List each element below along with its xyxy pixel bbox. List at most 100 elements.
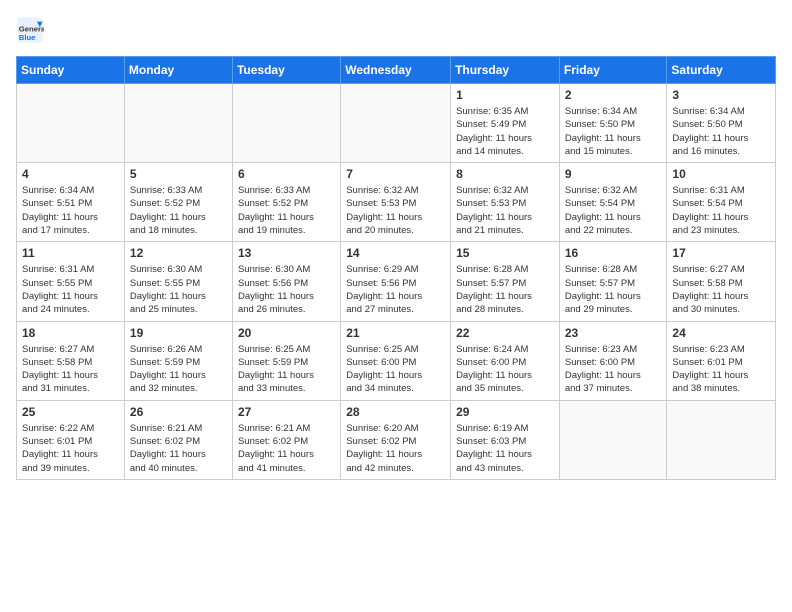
day-number: 2 <box>565 88 662 102</box>
day-number: 4 <box>22 167 119 181</box>
calendar-header: SundayMondayTuesdayWednesdayThursdayFrid… <box>17 57 776 84</box>
day-number: 13 <box>238 246 335 260</box>
day-number: 12 <box>130 246 227 260</box>
day-info: Sunrise: 6:31 AM Sunset: 5:54 PM Dayligh… <box>672 184 770 237</box>
day-info: Sunrise: 6:30 AM Sunset: 5:55 PM Dayligh… <box>130 263 227 316</box>
calendar-cell: 9Sunrise: 6:32 AM Sunset: 5:54 PM Daylig… <box>559 163 667 242</box>
day-number: 17 <box>672 246 770 260</box>
header-day-tuesday: Tuesday <box>232 57 340 84</box>
calendar-cell: 14 Sunrise: 6:29 AM Sunset: 5:56 PM Dayli… <box>341 242 451 321</box>
calendar-cell: 6 Sunrise: 6:33 AM Sunset: 5:52 PM Daylig… <box>232 163 340 242</box>
day-info: Sunrise: 6:24 AM Sunset: 6:00 PM Dayligh… <box>456 343 554 396</box>
logo: General Blue <box>16 16 48 44</box>
header-day-friday: Friday <box>559 57 667 84</box>
day-info: Sunrise: 6:33 AM Sunset: 5:52 PM Dayligh… <box>238 184 335 237</box>
day-info: Sunrise: 6:26 AM Sunset: 5:59 PM Dayligh… <box>130 343 227 396</box>
calendar-cell: 1 Sunrise: 6:35 AM Sunset: 5:49 PM Daylig… <box>451 84 560 163</box>
calendar-cell: 15 Sunrise: 6:28 AM Sunset: 5:57 PM Dayli… <box>451 242 560 321</box>
day-info: Sunrise: 6:27 AM Sunset: 5:58 PM Dayligh… <box>672 263 770 316</box>
header-day-thursday: Thursday <box>451 57 560 84</box>
day-number: 1 <box>456 88 554 102</box>
day-number: 27 <box>238 405 335 419</box>
calendar-week-4: 18 Sunrise: 6:27 AM Sunset: 5:58 PM Dayli… <box>17 321 776 400</box>
day-info: Sunrise: 6:21 AM Sunset: 6:02 PM Dayligh… <box>130 422 227 475</box>
calendar-cell <box>667 400 776 479</box>
calendar-week-3: 11 Sunrise: 6:31 AM Sunset: 5:55 PM Dayli… <box>17 242 776 321</box>
day-number: 26 <box>130 405 227 419</box>
calendar-body: 1 Sunrise: 6:35 AM Sunset: 5:49 PM Daylig… <box>17 84 776 480</box>
header-day-wednesday: Wednesday <box>341 57 451 84</box>
calendar-cell <box>124 84 232 163</box>
calendar-cell: 10 Sunrise: 6:31 AM Sunset: 5:54 PM Dayli… <box>667 163 776 242</box>
day-info: Sunrise: 6:34 AM Sunset: 5:50 PM Dayligh… <box>672 105 770 158</box>
calendar-cell: 29Sunrise: 6:19 AM Sunset: 6:03 PM Dayli… <box>451 400 560 479</box>
day-info: Sunrise: 6:35 AM Sunset: 5:49 PM Dayligh… <box>456 105 554 158</box>
day-info: Sunrise: 6:30 AM Sunset: 5:56 PM Dayligh… <box>238 263 335 316</box>
day-info: Sunrise: 6:25 AM Sunset: 5:59 PM Dayligh… <box>238 343 335 396</box>
calendar-cell: 19Sunrise: 6:26 AM Sunset: 5:59 PM Dayli… <box>124 321 232 400</box>
day-number: 16 <box>565 246 662 260</box>
day-info: Sunrise: 6:19 AM Sunset: 6:03 PM Dayligh… <box>456 422 554 475</box>
calendar-cell: 5 Sunrise: 6:33 AM Sunset: 5:52 PM Daylig… <box>124 163 232 242</box>
day-number: 15 <box>456 246 554 260</box>
day-info: Sunrise: 6:27 AM Sunset: 5:58 PM Dayligh… <box>22 343 119 396</box>
calendar-cell: 3 Sunrise: 6:34 AM Sunset: 5:50 PM Daylig… <box>667 84 776 163</box>
calendar-table: SundayMondayTuesdayWednesdayThursdayFrid… <box>16 56 776 480</box>
page-header: General Blue <box>16 16 776 44</box>
calendar-cell <box>17 84 125 163</box>
calendar-cell: 8Sunrise: 6:32 AM Sunset: 5:53 PM Daylig… <box>451 163 560 242</box>
calendar-cell: 22 Sunrise: 6:24 AM Sunset: 6:00 PM Dayli… <box>451 321 560 400</box>
day-info: Sunrise: 6:34 AM Sunset: 5:51 PM Dayligh… <box>22 184 119 237</box>
day-number: 8 <box>456 167 554 181</box>
calendar-cell: 24 Sunrise: 6:23 AM Sunset: 6:01 PM Dayli… <box>667 321 776 400</box>
svg-text:Blue: Blue <box>19 33 36 42</box>
day-info: Sunrise: 6:32 AM Sunset: 5:53 PM Dayligh… <box>346 184 445 237</box>
day-number: 20 <box>238 326 335 340</box>
calendar-cell: 17 Sunrise: 6:27 AM Sunset: 5:58 PM Dayli… <box>667 242 776 321</box>
day-number: 14 <box>346 246 445 260</box>
calendar-cell: 21Sunrise: 6:25 AM Sunset: 6:00 PM Dayli… <box>341 321 451 400</box>
calendar-week-2: 4 Sunrise: 6:34 AM Sunset: 5:51 PM Daylig… <box>17 163 776 242</box>
calendar-cell: 12 Sunrise: 6:30 AM Sunset: 5:55 PM Dayli… <box>124 242 232 321</box>
day-info: Sunrise: 6:34 AM Sunset: 5:50 PM Dayligh… <box>565 105 662 158</box>
day-info: Sunrise: 6:22 AM Sunset: 6:01 PM Dayligh… <box>22 422 119 475</box>
calendar-cell: 27 Sunrise: 6:21 AM Sunset: 6:02 PM Dayli… <box>232 400 340 479</box>
calendar-cell: 2 Sunrise: 6:34 AM Sunset: 5:50 PM Daylig… <box>559 84 667 163</box>
calendar-cell: 28 Sunrise: 6:20 AM Sunset: 6:02 PM Dayli… <box>341 400 451 479</box>
calendar-cell: 20 Sunrise: 6:25 AM Sunset: 5:59 PM Dayli… <box>232 321 340 400</box>
day-info: Sunrise: 6:23 AM Sunset: 6:00 PM Dayligh… <box>565 343 662 396</box>
day-info: Sunrise: 6:31 AM Sunset: 5:55 PM Dayligh… <box>22 263 119 316</box>
calendar-cell <box>232 84 340 163</box>
header-day-monday: Monday <box>124 57 232 84</box>
calendar-cell: 25Sunrise: 6:22 AM Sunset: 6:01 PM Dayli… <box>17 400 125 479</box>
day-number: 22 <box>456 326 554 340</box>
day-info: Sunrise: 6:28 AM Sunset: 5:57 PM Dayligh… <box>565 263 662 316</box>
calendar-cell: 11 Sunrise: 6:31 AM Sunset: 5:55 PM Dayli… <box>17 242 125 321</box>
day-number: 10 <box>672 167 770 181</box>
day-number: 28 <box>346 405 445 419</box>
day-number: 6 <box>238 167 335 181</box>
day-info: Sunrise: 6:29 AM Sunset: 5:56 PM Dayligh… <box>346 263 445 316</box>
calendar-cell: 13 Sunrise: 6:30 AM Sunset: 5:56 PM Dayli… <box>232 242 340 321</box>
day-number: 11 <box>22 246 119 260</box>
calendar-cell: 4 Sunrise: 6:34 AM Sunset: 5:51 PM Daylig… <box>17 163 125 242</box>
day-number: 18 <box>22 326 119 340</box>
day-number: 5 <box>130 167 227 181</box>
day-info: Sunrise: 6:20 AM Sunset: 6:02 PM Dayligh… <box>346 422 445 475</box>
calendar-week-1: 1 Sunrise: 6:35 AM Sunset: 5:49 PM Daylig… <box>17 84 776 163</box>
header-day-sunday: Sunday <box>17 57 125 84</box>
day-info: Sunrise: 6:32 AM Sunset: 5:54 PM Dayligh… <box>565 184 662 237</box>
calendar-cell: 18 Sunrise: 6:27 AM Sunset: 5:58 PM Dayli… <box>17 321 125 400</box>
day-info: Sunrise: 6:21 AM Sunset: 6:02 PM Dayligh… <box>238 422 335 475</box>
calendar-cell: 26 Sunrise: 6:21 AM Sunset: 6:02 PM Dayli… <box>124 400 232 479</box>
calendar-cell <box>341 84 451 163</box>
logo-icon: General Blue <box>16 16 44 44</box>
day-number: 3 <box>672 88 770 102</box>
calendar-cell: 23Sunrise: 6:23 AM Sunset: 6:00 PM Dayli… <box>559 321 667 400</box>
day-info: Sunrise: 6:28 AM Sunset: 5:57 PM Dayligh… <box>456 263 554 316</box>
day-info: Sunrise: 6:33 AM Sunset: 5:52 PM Dayligh… <box>130 184 227 237</box>
day-number: 7 <box>346 167 445 181</box>
day-number: 24 <box>672 326 770 340</box>
calendar-cell <box>559 400 667 479</box>
day-info: Sunrise: 6:23 AM Sunset: 6:01 PM Dayligh… <box>672 343 770 396</box>
